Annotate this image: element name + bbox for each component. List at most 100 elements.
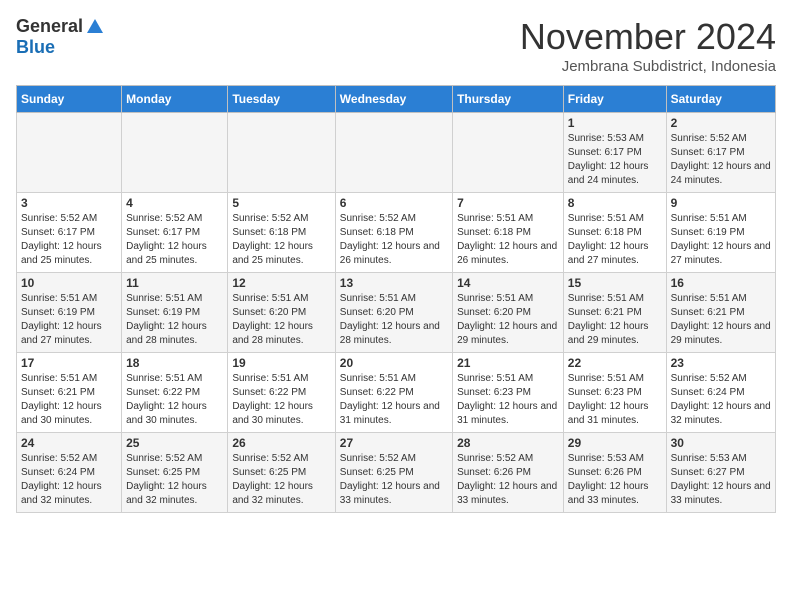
day-info-line: Daylight: 12 hours and 31 minutes. bbox=[457, 400, 559, 428]
logo-blue-text: Blue bbox=[16, 37, 55, 58]
day-info-line: Sunset: 6:19 PM bbox=[671, 226, 771, 240]
empty-cell bbox=[335, 113, 452, 193]
day-info-line: Daylight: 12 hours and 24 minutes. bbox=[568, 160, 662, 188]
calendar-day-cell: 14 Sunrise: 5:51 AMSunset: 6:20 PMDayligh… bbox=[453, 273, 564, 353]
day-info: Sunrise: 5:51 AMSunset: 6:23 PMDaylight:… bbox=[568, 372, 662, 428]
day-info: Sunrise: 5:52 AMSunset: 6:18 PMDaylight:… bbox=[340, 212, 448, 268]
calendar-day-cell: 2 Sunrise: 5:52 AMSunset: 6:17 PMDaylight… bbox=[666, 113, 775, 193]
calendar-day-cell: 15Sunrise: 5:51 AMSunset: 6:21 PMDayligh… bbox=[563, 273, 666, 353]
day-info-line: Sunrise: 5:53 AM bbox=[568, 452, 662, 466]
day-info: Sunrise: 5:53 AMSunset: 6:27 PMDaylight:… bbox=[671, 452, 771, 508]
day-info-line: Sunset: 6:23 PM bbox=[457, 386, 559, 400]
day-info-line: Sunrise: 5:51 AM bbox=[671, 292, 771, 306]
day-info-line: Sunrise: 5:53 AM bbox=[568, 132, 662, 146]
calendar-day-cell: 13Sunrise: 5:51 AMSunset: 6:20 PMDayligh… bbox=[335, 273, 452, 353]
day-info-line: Sunrise: 5:51 AM bbox=[232, 292, 330, 306]
day-info: Sunrise: 5:52 AMSunset: 6:26 PMDaylight:… bbox=[457, 452, 559, 508]
calendar-week-row: 17Sunrise: 5:51 AMSunset: 6:21 PMDayligh… bbox=[17, 353, 776, 433]
day-info-line: Daylight: 12 hours and 25 minutes. bbox=[21, 240, 117, 268]
day-info-line: Sunrise: 5:52 AM bbox=[671, 132, 771, 146]
day-number: 5 bbox=[232, 196, 330, 210]
day-info-line: Daylight: 12 hours and 32 minutes. bbox=[671, 400, 771, 428]
day-info-line: Sunset: 6:17 PM bbox=[21, 226, 117, 240]
day-info-line: Sunset: 6:26 PM bbox=[457, 466, 559, 480]
day-info-line: Sunrise: 5:52 AM bbox=[232, 212, 330, 226]
day-number: 11 bbox=[126, 276, 223, 290]
day-number: 25 bbox=[126, 436, 223, 450]
day-info: Sunrise: 5:51 AMSunset: 6:20 PMDaylight:… bbox=[457, 292, 559, 348]
day-info: Sunrise: 5:52 AMSunset: 6:25 PMDaylight:… bbox=[126, 452, 223, 508]
day-info: Sunrise: 5:51 AMSunset: 6:22 PMDaylight:… bbox=[340, 372, 448, 428]
day-info-line: Sunset: 6:22 PM bbox=[126, 386, 223, 400]
day-number: 28 bbox=[457, 436, 559, 450]
day-info-line: Sunset: 6:24 PM bbox=[671, 386, 771, 400]
day-number: 20 bbox=[340, 356, 448, 370]
day-info-line: Sunrise: 5:52 AM bbox=[340, 212, 448, 226]
day-info-line: Daylight: 12 hours and 33 minutes. bbox=[568, 480, 662, 508]
day-number: 21 bbox=[457, 356, 559, 370]
empty-cell bbox=[17, 113, 122, 193]
day-info-line: Sunrise: 5:51 AM bbox=[457, 372, 559, 386]
day-number: 2 bbox=[671, 116, 771, 130]
day-info-line: Sunrise: 5:51 AM bbox=[232, 372, 330, 386]
day-info: Sunrise: 5:52 AMSunset: 6:17 PMDaylight:… bbox=[671, 132, 771, 188]
day-number: 12 bbox=[232, 276, 330, 290]
calendar-day-cell: 3 Sunrise: 5:52 AMSunset: 6:17 PMDaylight… bbox=[17, 193, 122, 273]
day-info-line: Daylight: 12 hours and 28 minutes. bbox=[232, 320, 330, 348]
day-info-line: Daylight: 12 hours and 31 minutes. bbox=[340, 400, 448, 428]
day-info-line: Daylight: 12 hours and 27 minutes. bbox=[21, 320, 117, 348]
weekday-header-thursday: Thursday bbox=[453, 86, 564, 113]
day-info: Sunrise: 5:51 AMSunset: 6:19 PMDaylight:… bbox=[21, 292, 117, 348]
day-info-line: Daylight: 12 hours and 27 minutes. bbox=[568, 240, 662, 268]
day-number: 24 bbox=[21, 436, 117, 450]
day-info-line: Sunrise: 5:51 AM bbox=[126, 292, 223, 306]
day-info: Sunrise: 5:51 AMSunset: 6:21 PMDaylight:… bbox=[21, 372, 117, 428]
day-info-line: Sunset: 6:19 PM bbox=[126, 306, 223, 320]
calendar-day-cell: 6 Sunrise: 5:52 AMSunset: 6:18 PMDaylight… bbox=[335, 193, 452, 273]
day-number: 10 bbox=[21, 276, 117, 290]
weekday-header-friday: Friday bbox=[563, 86, 666, 113]
calendar-week-row: 24Sunrise: 5:52 AMSunset: 6:24 PMDayligh… bbox=[17, 433, 776, 513]
day-info-line: Daylight: 12 hours and 29 minutes. bbox=[568, 320, 662, 348]
day-info-line: Sunrise: 5:52 AM bbox=[21, 452, 117, 466]
day-info-line: Daylight: 12 hours and 29 minutes. bbox=[671, 320, 771, 348]
day-number: 3 bbox=[21, 196, 117, 210]
day-info-line: Daylight: 12 hours and 28 minutes. bbox=[126, 320, 223, 348]
day-number: 23 bbox=[671, 356, 771, 370]
day-number: 13 bbox=[340, 276, 448, 290]
day-number: 15 bbox=[568, 276, 662, 290]
day-info-line: Sunrise: 5:51 AM bbox=[21, 292, 117, 306]
month-title: November 2024 bbox=[520, 16, 776, 58]
day-info-line: Sunrise: 5:52 AM bbox=[126, 452, 223, 466]
day-info-line: Sunrise: 5:52 AM bbox=[21, 212, 117, 226]
day-number: 27 bbox=[340, 436, 448, 450]
day-info-line: Sunset: 6:25 PM bbox=[126, 466, 223, 480]
day-info-line: Daylight: 12 hours and 25 minutes. bbox=[126, 240, 223, 268]
calendar-header-row: SundayMondayTuesdayWednesdayThursdayFrid… bbox=[17, 86, 776, 113]
day-info-line: Sunrise: 5:51 AM bbox=[568, 292, 662, 306]
day-number: 16 bbox=[671, 276, 771, 290]
calendar-day-cell: 10 Sunrise: 5:51 AMSunset: 6:19 PMDayligh… bbox=[17, 273, 122, 353]
day-info-line: Sunset: 6:22 PM bbox=[340, 386, 448, 400]
day-number: 6 bbox=[340, 196, 448, 210]
day-info-line: Sunset: 6:19 PM bbox=[21, 306, 117, 320]
day-info-line: Sunset: 6:25 PM bbox=[340, 466, 448, 480]
calendar-day-cell: 28 Sunrise: 5:52 AMSunset: 6:26 PMDayligh… bbox=[453, 433, 564, 513]
day-info: Sunrise: 5:51 AMSunset: 6:23 PMDaylight:… bbox=[457, 372, 559, 428]
day-info-line: Daylight: 12 hours and 33 minutes. bbox=[340, 480, 448, 508]
weekday-header-sunday: Sunday bbox=[17, 86, 122, 113]
calendar-day-cell: 22Sunrise: 5:51 AMSunset: 6:23 PMDayligh… bbox=[563, 353, 666, 433]
calendar-day-cell: 25 Sunrise: 5:52 AMSunset: 6:25 PMDayligh… bbox=[122, 433, 228, 513]
day-info-line: Daylight: 12 hours and 33 minutes. bbox=[457, 480, 559, 508]
calendar-day-cell: 18Sunrise: 5:51 AMSunset: 6:22 PMDayligh… bbox=[122, 353, 228, 433]
day-info-line: Daylight: 12 hours and 29 minutes. bbox=[457, 320, 559, 348]
day-info-line: Sunset: 6:18 PM bbox=[232, 226, 330, 240]
calendar-day-cell: 16Sunrise: 5:51 AMSunset: 6:21 PMDayligh… bbox=[666, 273, 775, 353]
day-info: Sunrise: 5:52 AMSunset: 6:24 PMDaylight:… bbox=[671, 372, 771, 428]
calendar-week-row: 3Sunrise: 5:52 AMSunset: 6:17 PMDaylight… bbox=[17, 193, 776, 273]
weekday-header-wednesday: Wednesday bbox=[335, 86, 452, 113]
day-number: 1 bbox=[568, 116, 662, 130]
day-number: 19 bbox=[232, 356, 330, 370]
day-number: 14 bbox=[457, 276, 559, 290]
day-info-line: Sunrise: 5:51 AM bbox=[568, 212, 662, 226]
